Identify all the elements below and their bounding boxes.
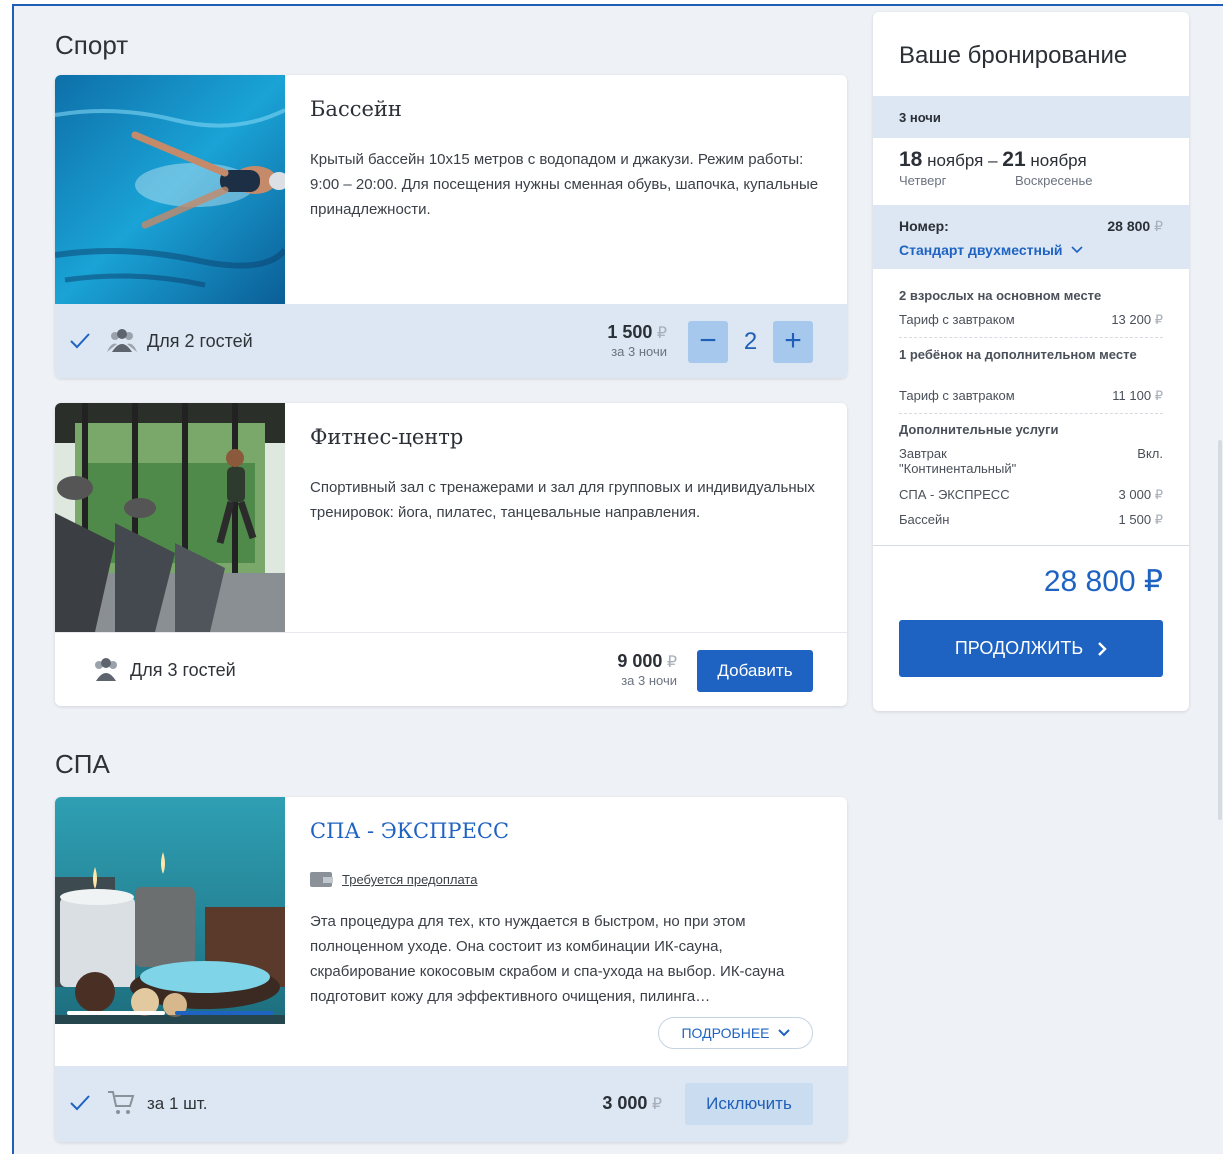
chevron-right-icon — [1098, 641, 1107, 656]
room-band: Номер: 28 800 ₽ Стандарт двухместный — [873, 205, 1189, 269]
spa-title[interactable]: СПА - ЭКСПРЕСС — [310, 819, 509, 843]
extra-row: Завтрак "Континентальный" Вкл. — [899, 446, 1163, 476]
spa-price: 3 000 ₽ — [602, 1093, 662, 1114]
child-heading: 1 ребёнок на дополнительном месте — [899, 347, 1137, 362]
room-label: Номер: — [899, 218, 949, 234]
adults-tariff-row: Тариф с завтраком 13 200 ₽ — [899, 312, 1163, 327]
divider — [873, 545, 1189, 546]
date-to-day: 21 — [1002, 148, 1026, 171]
currency-sign: ₽ — [1154, 312, 1163, 327]
continue-button-label: ПРОДОЛЖИТЬ — [954, 638, 1084, 658]
add-button[interactable]: Добавить — [697, 650, 813, 692]
prepayment-text[interactable]: Требуется предоплата — [342, 872, 477, 887]
quantity-value: 2 — [743, 328, 758, 355]
child-price: 11 100 — [1112, 388, 1152, 403]
divider — [899, 413, 1163, 414]
nights-count: 3 ночи — [899, 110, 941, 125]
booking-title: Ваше бронирование — [899, 42, 1128, 69]
total-price: 28 800 ₽ — [1043, 565, 1163, 598]
cart-icon — [108, 1091, 135, 1114]
extras-heading: Дополнительные услуги — [899, 422, 1059, 437]
extra-value: 1 500 — [1118, 512, 1152, 527]
nights-band: 3 ночи — [873, 96, 1189, 138]
fitness-price-value: 9 000 — [617, 651, 663, 671]
extra-value: 3 000 — [1118, 487, 1152, 502]
currency-sign: ₽ — [666, 654, 677, 671]
section-title-sport: Спорт — [55, 30, 129, 60]
service-card-pool: Бассейн Крытый бассейн 10x15 метров с во… — [55, 75, 847, 378]
extra-name: Завтрак "Континентальный" — [899, 446, 1017, 476]
currency-sign: ₽ — [1154, 487, 1163, 502]
guests-icon — [107, 329, 137, 352]
room-type-select[interactable]: Стандарт двухместный — [899, 242, 1083, 258]
room-type: Стандарт двухместный — [899, 242, 1063, 258]
pool-title: Бассейн — [310, 97, 402, 121]
pool-price-period: за 3 ночи — [611, 344, 667, 359]
spa-unit: за 1 шт. — [147, 1094, 208, 1113]
date-from-month: ноября — [927, 151, 984, 170]
weekday-to: Воскресенье — [1015, 173, 1093, 188]
fitness-description: Спортивный зал с тренажерами и зал для г… — [310, 479, 815, 521]
spa-photo — [55, 797, 285, 1024]
fitness-footer: Для 3 гостей 9 000 ₽ за 3 ночи Добавить — [55, 632, 847, 706]
exclude-button[interactable]: Исключить — [685, 1083, 813, 1125]
checkmark-icon — [70, 1095, 90, 1111]
pool-photo — [55, 75, 285, 304]
fitness-photo — [55, 403, 285, 632]
fitness-price: 9 000 ₽ за 3 ночи — [617, 651, 677, 688]
adults-price: 13 200 — [1111, 312, 1152, 327]
room-price-value: 28 800 — [1107, 218, 1151, 234]
currency-sign: ₽ — [1154, 512, 1163, 527]
currency-sign: ₽ — [1154, 388, 1163, 403]
scrollbar[interactable] — [1218, 440, 1222, 820]
room-price: 28 800 ₽ — [1107, 218, 1163, 235]
fitness-price-period: за 3 ночи — [621, 673, 677, 688]
extra-value: Вкл. — [1137, 446, 1163, 461]
adults-heading: 2 взрослых на основном месте — [899, 288, 1102, 303]
increase-button[interactable]: + — [773, 321, 813, 363]
chevron-down-icon — [1070, 246, 1083, 254]
pool-price-value: 1 500 — [607, 322, 653, 342]
adults-tariff: Тариф с завтраком — [899, 312, 1015, 327]
decrease-button[interactable]: − — [688, 321, 728, 363]
spa-footer: за 1 шт. 3 000 ₽ Исключить — [55, 1066, 847, 1142]
extra-row: СПА - ЭКСПРЕСС 3 000 ₽ — [899, 487, 1163, 502]
currency-sign: ₽ — [1154, 218, 1163, 234]
child-tariff: Тариф с завтраком — [899, 388, 1015, 403]
currency-sign: ₽ — [656, 325, 667, 342]
checkmark-icon — [70, 333, 90, 349]
service-card-spa-express: СПА - ЭКСПРЕСС Требуется предоплата Эта … — [55, 797, 847, 1142]
pool-price: 1 500 ₽ за 3 ночи — [607, 322, 667, 359]
pool-guests: Для 2 гостей — [147, 331, 253, 351]
booking-summary: Ваше бронирование 3 ночи 18 ноября – 21 … — [873, 12, 1189, 711]
currency-sign: ₽ — [651, 1096, 662, 1113]
more-button-label: ПОДРОБНЕЕ — [681, 1025, 770, 1041]
extra-row: Бассейн 1 500 ₽ — [899, 512, 1163, 527]
wallet-icon — [310, 872, 333, 887]
weekday-from: Четверг — [899, 173, 947, 188]
date-to-month: ноября — [1030, 151, 1087, 170]
prepayment-note: Требуется предоплата — [310, 871, 477, 888]
extra-name: СПА - ЭКСПРЕСС — [899, 487, 1010, 502]
spa-description: Эта процедура для тех, кто нуждается в б… — [310, 913, 785, 1005]
extra-name: Бассейн — [899, 512, 950, 527]
fitness-guests: Для 3 гостей — [130, 660, 236, 680]
divider — [899, 337, 1163, 338]
pool-description: Крытый бассейн 10x15 метров с водопадом … — [310, 151, 819, 218]
date-range: 18 ноября – 21 ноября — [899, 148, 1087, 172]
more-button[interactable]: ПОДРОБНЕЕ — [658, 1017, 813, 1049]
chevron-down-icon — [777, 1029, 790, 1037]
date-from-day: 18 — [899, 148, 923, 171]
section-title-spa: СПА — [55, 749, 110, 779]
date-dash: – — [988, 151, 998, 170]
continue-button[interactable]: ПРОДОЛЖИТЬ — [899, 620, 1163, 677]
pool-footer: Для 2 гостей 1 500 ₽ за 3 ночи − 2 + — [55, 304, 847, 378]
service-card-fitness: Фитнес-центр Спортивный зал с тренажерам… — [55, 403, 847, 706]
guests-icon — [95, 658, 117, 681]
pool-quantity-stepper: − 2 + — [688, 321, 813, 363]
child-tariff-row: Тариф с завтраком 11 100 ₽ — [899, 388, 1163, 403]
spa-price-value: 3 000 — [602, 1093, 648, 1113]
fitness-title: Фитнес-центр — [310, 425, 464, 449]
